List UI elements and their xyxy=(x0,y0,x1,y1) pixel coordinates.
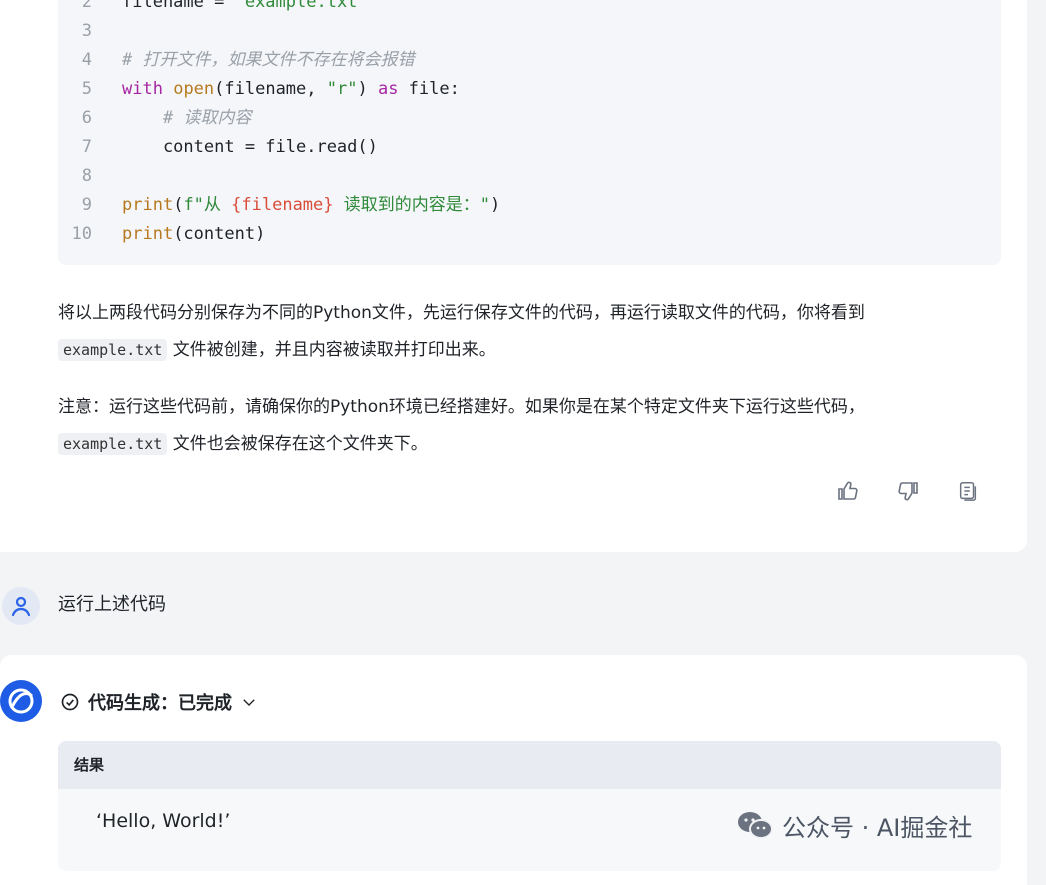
user-avatar xyxy=(2,587,40,625)
thumbs-down-icon xyxy=(898,482,918,501)
code-token: ) xyxy=(357,79,378,99)
line-number: 2 xyxy=(81,0,92,12)
line-number: 4 xyxy=(81,50,92,70)
code-token: open xyxy=(173,79,215,99)
line-number: 9 xyxy=(81,195,92,215)
code-token: "example.txt" xyxy=(234,0,368,12)
code-token: filename = xyxy=(122,0,235,12)
line-number: 7 xyxy=(81,137,92,157)
inline-code: example.txt xyxy=(58,339,168,361)
line-number: 8 xyxy=(81,166,92,186)
check-circle-icon xyxy=(61,693,79,711)
result-header: 结果 xyxy=(58,741,1001,789)
code-token: print xyxy=(122,224,174,244)
explanation-paragraph-2: 注意：运行这些代码前，请确保你的Python环境已经搭建好。如果你是在某个特定文… xyxy=(58,389,1008,463)
code-line: 7 content = file.read() xyxy=(58,133,378,162)
code-line: 10 print(content) xyxy=(58,220,266,249)
code-token: with xyxy=(122,79,163,99)
line-number: 5 xyxy=(81,79,92,99)
code-line: 3 xyxy=(58,17,122,46)
explanation-text: 文件被创建，并且内容被读取并打印出来。 xyxy=(172,340,496,360)
code-generation-status: 代码生成：已完成 xyxy=(88,693,232,714)
code-token: "r" xyxy=(326,79,358,99)
like-button[interactable] xyxy=(835,478,861,504)
assistant-logo-icon xyxy=(8,688,34,714)
code-line: 5 with open(filename, "r") as file: xyxy=(58,75,460,104)
code-token: (content) xyxy=(173,224,266,244)
chevron-down-icon xyxy=(243,699,255,706)
user-message-text: 运行上述代码 xyxy=(58,594,166,615)
assistant-message-card: 2 filename = "example.txt" 3 4 # 打开文件，如果文件不存… xyxy=(0,0,1027,552)
copy-icon xyxy=(959,482,977,501)
code-line: 2 filename = "example.txt" xyxy=(58,0,368,17)
explanation-text: 文件也会被保存在这个文件夹下。 xyxy=(172,434,428,454)
dislike-button[interactable] xyxy=(895,478,921,504)
code-block: 2 filename = "example.txt" 3 4 # 打开文件，如果文件不存… xyxy=(58,0,1001,265)
user-icon xyxy=(11,596,31,617)
line-number: 10 xyxy=(71,224,92,244)
thumbs-up-icon xyxy=(838,481,858,500)
code-token: ) xyxy=(490,195,501,215)
code-line: 8 xyxy=(58,162,122,191)
code-token: content = file.read() xyxy=(122,137,378,157)
message-actions xyxy=(835,478,981,504)
code-token: print xyxy=(122,195,174,215)
wechat-brand: 公众号 · AI掘金社 xyxy=(782,813,973,842)
explanation-paragraph-1: 将以上两段代码分别保存为不同的Python文件，先运行保存文件的代码，再运行读取… xyxy=(58,295,1008,369)
wechat-watermark: 公众号 · AI掘金社 xyxy=(736,806,972,844)
explanation-text: 注意：运行这些代码前，请确保你的Python环境已经搭建好。如果你是在某个特定文… xyxy=(58,397,865,417)
assistant-reply-card: 代码生成：已完成 结果 ‘Hello, World!’ xyxy=(0,655,1027,885)
wechat-icon xyxy=(738,812,773,839)
assistant-logo xyxy=(0,680,42,722)
code-token: 读取到的内容是：" xyxy=(333,195,490,215)
code-token: {filename} xyxy=(231,195,334,215)
code-token: # 打开文件，如果文件不存在将会报错 xyxy=(122,50,415,70)
code-token: (filename, xyxy=(214,79,327,99)
code-line: 9 print(f"从 {filename} 读取到的内容是：") xyxy=(58,191,501,220)
user-message: 运行上述代码 xyxy=(0,585,1046,627)
inline-code: example.txt xyxy=(58,433,168,455)
code-line: 6 # 读取内容 xyxy=(58,104,252,133)
line-number: 6 xyxy=(81,108,92,128)
code-token: f"从 xyxy=(183,195,232,215)
code-token: # 读取内容 xyxy=(122,108,252,128)
code-token: as xyxy=(377,79,399,99)
code-token: ( xyxy=(173,195,184,215)
copy-button[interactable] xyxy=(955,478,981,504)
explanation-text: 将以上两段代码分别保存为不同的Python文件，先运行保存文件的代码，再运行读取… xyxy=(58,303,865,323)
line-number: 3 xyxy=(81,21,92,41)
code-generation-status-toggle[interactable]: 代码生成：已完成 xyxy=(60,688,258,716)
code-line: 4 # 打开文件，如果文件不存在将会报错 xyxy=(58,46,415,75)
code-token: file: xyxy=(398,79,460,99)
